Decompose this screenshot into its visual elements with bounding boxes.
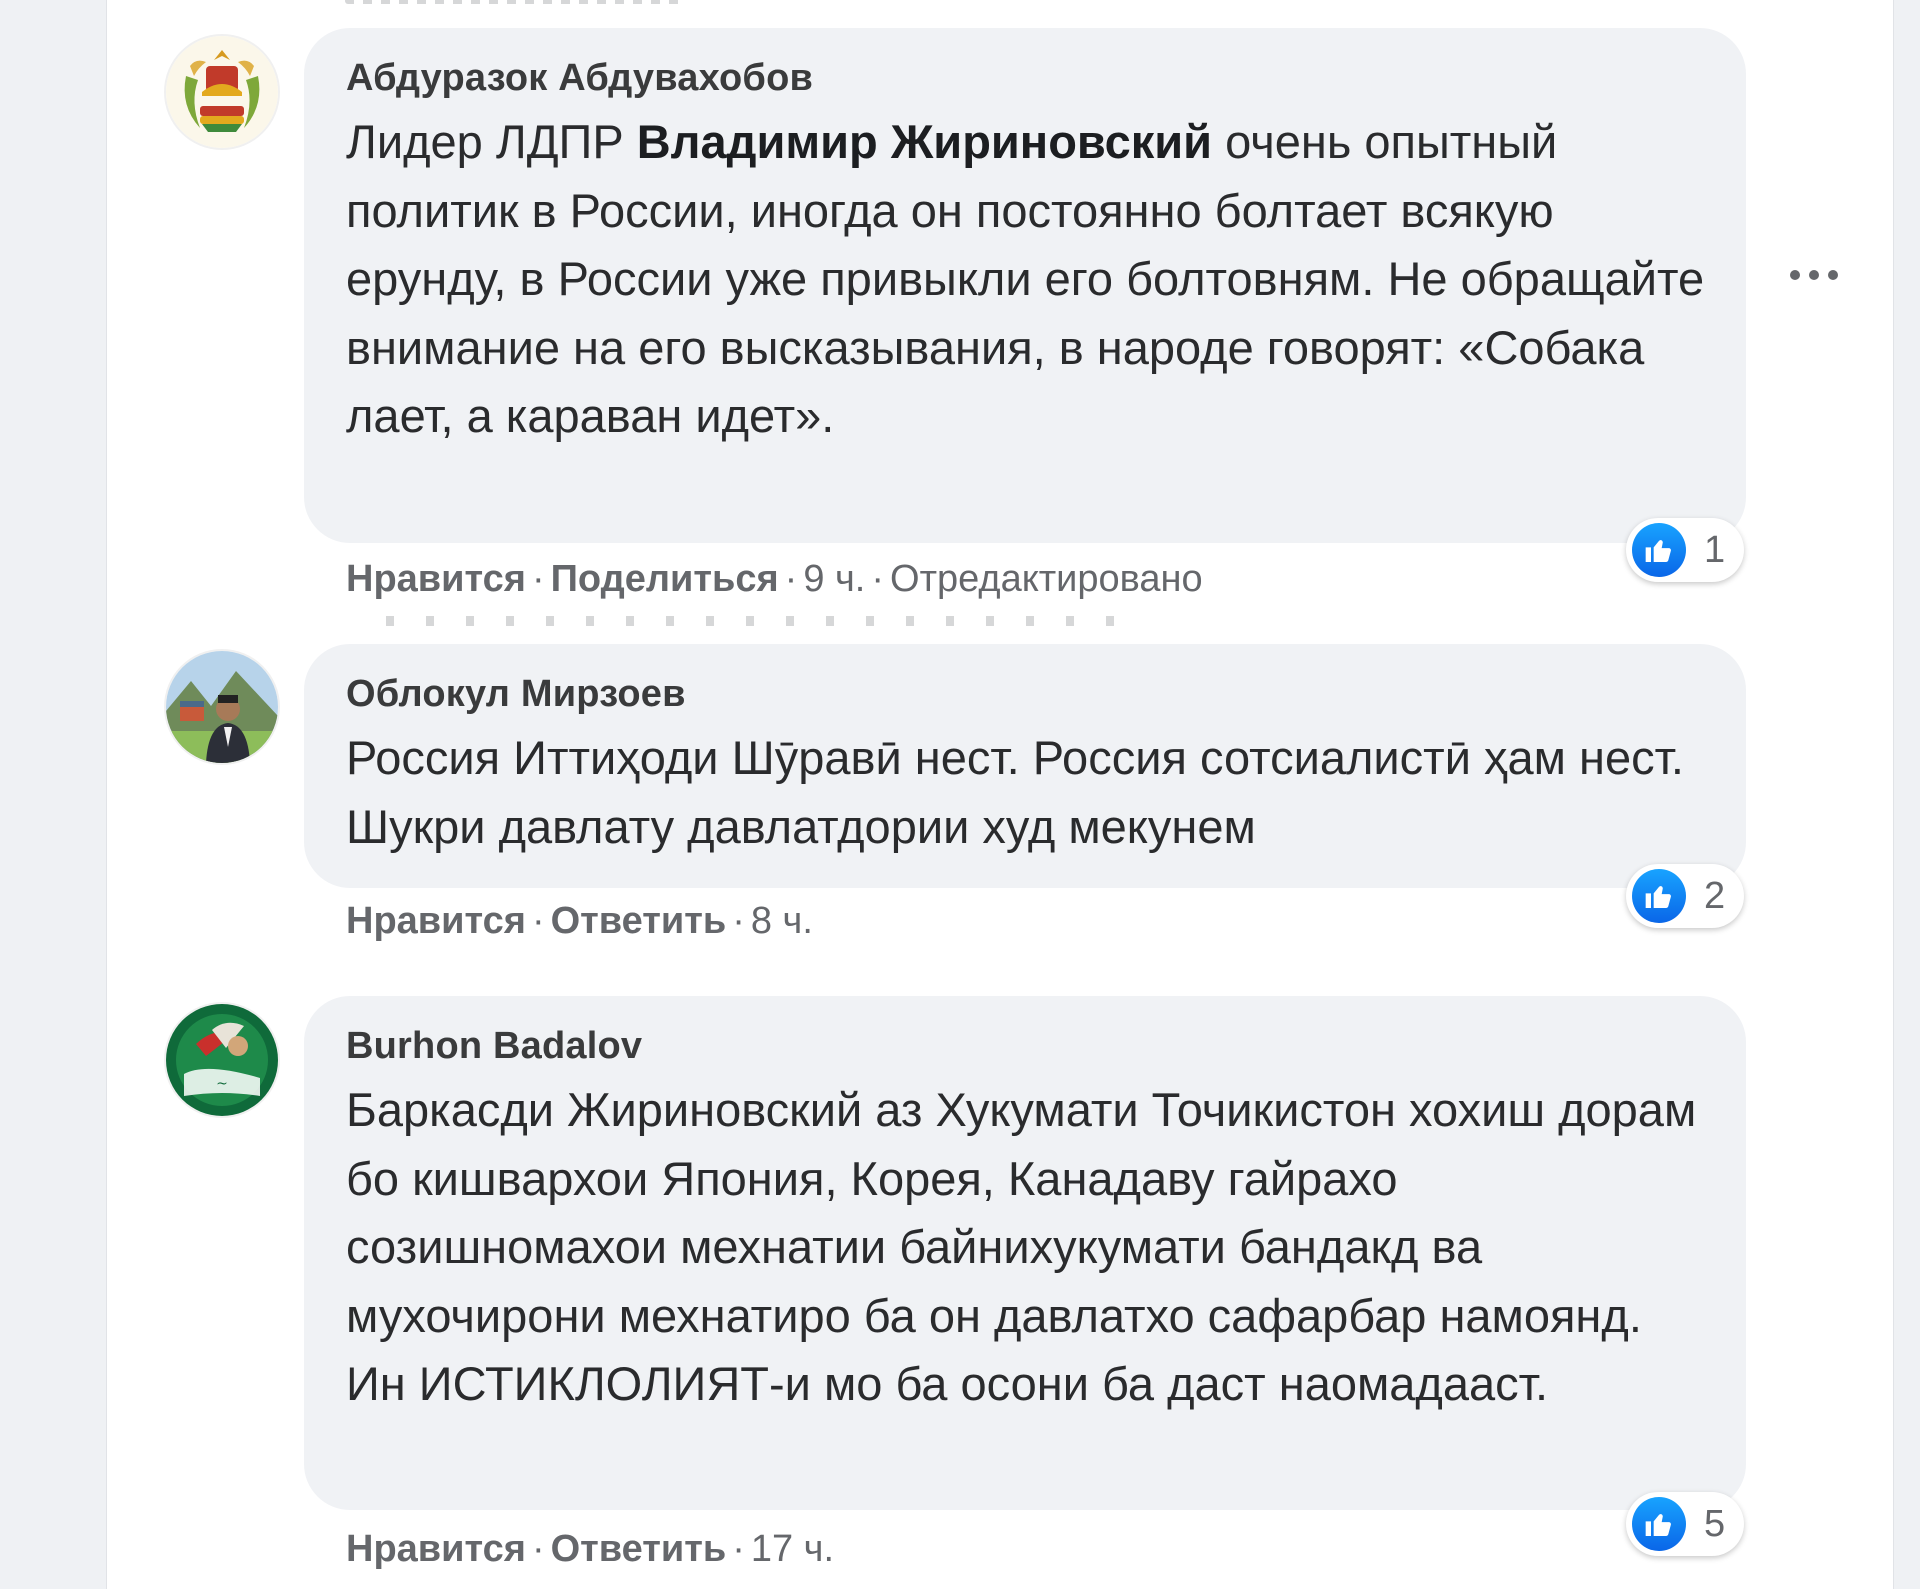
cut-off-reply-line <box>386 616 1146 626</box>
reaction-summary[interactable]: 2 <box>1626 864 1744 928</box>
comment-timestamp[interactable]: 9 ч. <box>803 558 865 600</box>
comment-2: Облокул Мирзоев Россия Иттиҳоди Шӯравӣ н… <box>166 644 1766 964</box>
more-options-icon[interactable] <box>1790 268 1838 282</box>
comment-bubble: Burhon Badalov Баркасди Жириновский аз Х… <box>304 996 1746 1510</box>
comment-text: Лидер ЛДПР Владимир Жириновский очень оп… <box>346 115 1705 442</box>
comment-text: Баркасди Жириновский аз Хукумати Точикис… <box>346 1083 1697 1342</box>
reply-button[interactable]: Ответить <box>551 1528 727 1570</box>
comment-author[interactable]: Абдуразок Абдувахобов <box>346 56 1706 100</box>
comment-bubble: Абдуразок Абдувахобов Лидер ЛДПР Владими… <box>304 28 1746 543</box>
like-icon <box>1632 869 1686 923</box>
comment-author[interactable]: Облокул Мирзоев <box>346 672 1706 716</box>
reaction-count: 1 <box>1704 528 1726 571</box>
edited-label: Отредактировано <box>890 558 1203 600</box>
reaction-summary[interactable]: 5 <box>1626 1492 1744 1556</box>
comment-1: Абдуразок Абдувахобов Лидер ЛДПР Владими… <box>166 28 1766 618</box>
comment-actions: Нравится · Ответить · 8 ч. <box>346 900 813 942</box>
reaction-count: 5 <box>1704 1502 1726 1545</box>
reaction-count: 2 <box>1704 874 1726 917</box>
comment-timestamp[interactable]: 17 ч. <box>751 1528 834 1570</box>
comment-author[interactable]: Burhon Badalov <box>346 1024 1706 1068</box>
person-photo-avatar[interactable] <box>166 651 278 763</box>
reaction-summary[interactable]: 1 <box>1626 518 1744 582</box>
tajik-emblem-avatar[interactable] <box>166 36 278 148</box>
reply-button[interactable]: Ответить <box>551 900 727 942</box>
like-icon <box>1632 1497 1686 1551</box>
mention-link[interactable]: Владимир Жириновский <box>637 115 1212 168</box>
comment-text: Россия Иттиҳоди Шӯравӣ нест. Россия сотс… <box>346 731 1684 853</box>
like-button[interactable]: Нравится <box>346 1528 526 1570</box>
like-icon <box>1632 523 1686 577</box>
share-button[interactable]: Поделиться <box>551 558 779 600</box>
cut-off-previous-line <box>345 0 685 4</box>
like-button[interactable]: Нравится <box>346 558 526 600</box>
like-button[interactable]: Нравится <box>346 900 526 942</box>
green-logo-avatar[interactable]: ~ <box>166 1004 278 1116</box>
right-gutter <box>1893 0 1920 1589</box>
svg-text:~: ~ <box>216 1076 228 1092</box>
comment-3: ~ Burhon Badalov Баркасди Жириновский аз… <box>166 996 1766 1586</box>
comment-text-line-2: Ин ИСТИКЛОЛИЯТ-и мо ба осони ба даст нао… <box>346 1357 1549 1410</box>
comment-timestamp[interactable]: 8 ч. <box>751 900 813 942</box>
comment-actions: Нравится · Поделиться · 9 ч. · Отредактировано <box>346 558 1203 600</box>
comment-bubble: Облокул Мирзоев Россия Иттиҳоди Шӯравӣ н… <box>304 644 1746 888</box>
left-gutter <box>0 0 107 1589</box>
comment-actions: Нравится · Ответить · 17 ч. <box>346 1528 835 1570</box>
